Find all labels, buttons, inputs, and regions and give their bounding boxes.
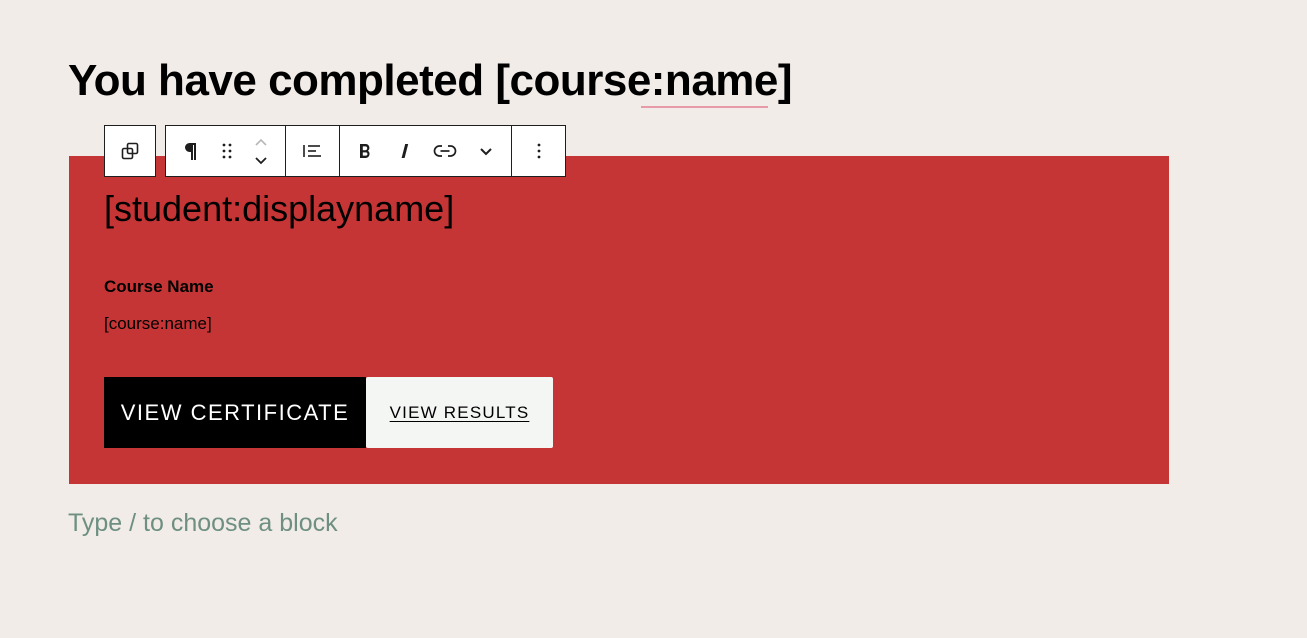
course-name-value[interactable]: [course:name] xyxy=(104,314,212,334)
duplicate-squares-icon xyxy=(119,140,141,162)
align-button[interactable] xyxy=(298,126,328,176)
student-name-heading[interactable]: [student:displayname] xyxy=(104,186,454,232)
chevron-down-icon xyxy=(479,147,493,156)
link-icon xyxy=(433,144,457,158)
italic-button[interactable] xyxy=(391,126,419,176)
vertical-ellipsis-icon xyxy=(537,142,541,160)
link-button[interactable] xyxy=(430,126,460,176)
toolbar-format-group xyxy=(340,126,512,176)
block-placeholder[interactable]: Type / to choose a block xyxy=(68,507,338,539)
move-down-button[interactable] xyxy=(251,153,271,167)
spellcheck-underline xyxy=(641,106,768,108)
move-up-button[interactable] xyxy=(251,135,271,149)
drag-handle-icon xyxy=(221,142,233,160)
course-name-label[interactable]: Course Name xyxy=(104,277,214,297)
block-toolbar-transform xyxy=(104,125,156,177)
toolbar-options-group xyxy=(512,126,565,176)
block-toolbar xyxy=(165,125,566,177)
page-title[interactable]: You have completed [course:name] xyxy=(68,52,793,110)
italic-icon xyxy=(399,142,411,160)
options-button[interactable] xyxy=(524,126,554,176)
chevron-down-icon xyxy=(254,156,268,165)
toolbar-align-group xyxy=(286,126,340,176)
transform-block-button[interactable] xyxy=(119,126,141,176)
align-left-icon xyxy=(302,142,323,160)
block-mover xyxy=(249,126,273,176)
paragraph-block-button[interactable] xyxy=(178,126,204,176)
chevron-up-icon xyxy=(254,138,268,147)
bold-button[interactable] xyxy=(351,126,379,176)
more-rich-text-button[interactable] xyxy=(472,126,500,176)
bold-icon xyxy=(358,142,372,160)
view-certificate-button[interactable]: VIEW CERTIFICATE xyxy=(104,377,366,448)
toolbar-block-group xyxy=(166,126,286,176)
drag-handle-button[interactable] xyxy=(216,126,238,176)
pilcrow-icon xyxy=(182,141,200,161)
view-results-button[interactable]: VIEW RESULTS xyxy=(366,377,553,448)
